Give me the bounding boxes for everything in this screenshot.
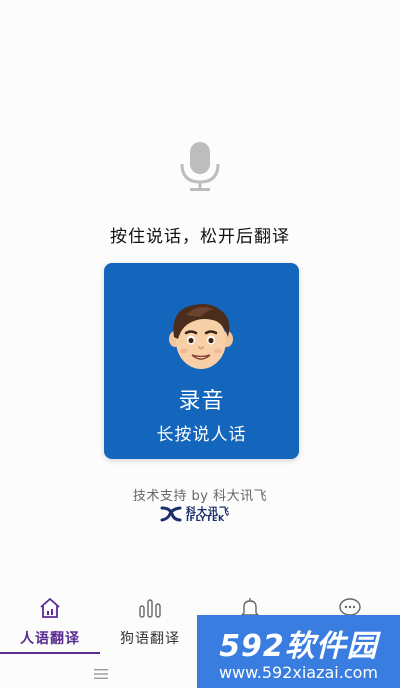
iflytek-logo: 科大讯飞 IFLYTEK — [160, 503, 242, 525]
bars-icon — [139, 599, 161, 618]
site-watermark: 592软件园 www.592xiazai.com — [197, 615, 400, 688]
record-title: 录音 — [178, 389, 225, 414]
instruction-text: 按住说话，松开后翻译 — [110, 227, 290, 247]
record-subtitle: 长按说人话 — [156, 425, 247, 445]
active-tab-indicator — [0, 652, 100, 654]
tech-support-text: 技术支持 by 科大讯飞 — [132, 489, 268, 504]
translator-screen: 按住说话，松开后翻译 录音 长按说人话 技术支持 by 科大讯飞 科大讯飞 IF… — [0, 0, 400, 688]
iflytek-mark-icon — [160, 506, 182, 522]
record-button[interactable]: 录音 长按说人话 — [104, 263, 299, 459]
watermark-brand: 592软件园 — [219, 629, 378, 664]
tab-label: 狗语翻译 — [120, 631, 180, 647]
watermark-url: www.592xiazai.com — [218, 663, 379, 682]
menu-lines-icon[interactable] — [94, 668, 108, 680]
brand-name-en: IFLYTEK — [186, 514, 225, 523]
microphone-icon — [180, 142, 220, 191]
boy-avatar-icon — [169, 304, 233, 369]
tab-human-translate[interactable]: 人语翻译 — [0, 590, 100, 654]
tab-dog-translate[interactable]: 狗语翻译 — [100, 590, 200, 654]
tab-label: 人语翻译 — [20, 631, 80, 647]
home-icon — [40, 598, 60, 618]
